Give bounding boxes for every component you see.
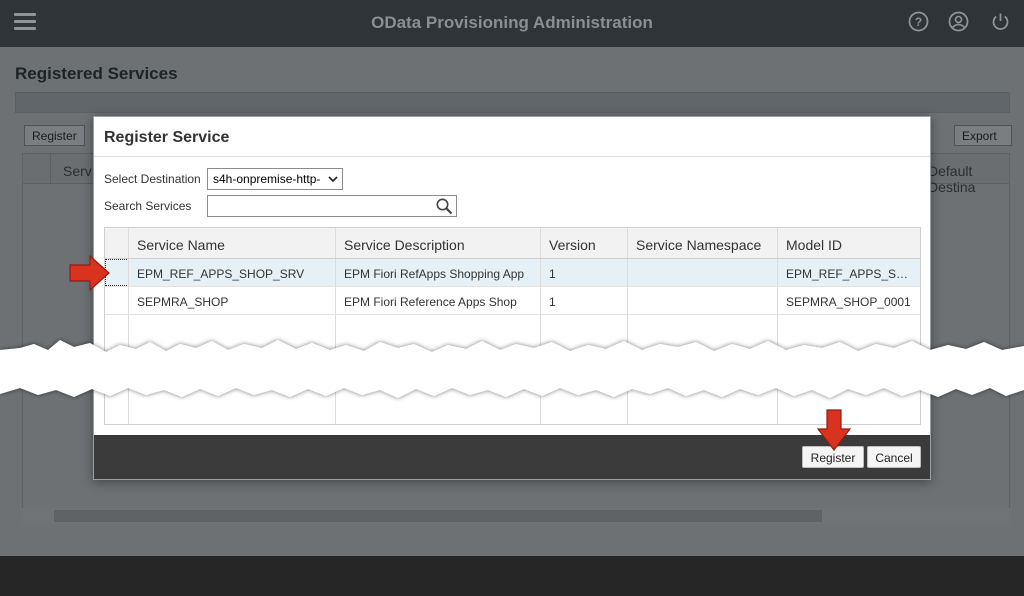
table-header-row: Service Name Service Description Version… — [105, 228, 920, 259]
page-footer — [0, 556, 1024, 596]
horizontal-scrollbar[interactable] — [22, 508, 1010, 524]
namespace-cell — [628, 259, 778, 286]
column-service: Serv — [63, 163, 92, 179]
table-row[interactable]: EPM_REF_APPS_SHOP_SRV EPM Fiori RefApps … — [105, 259, 920, 287]
service-description-cell: EPM Fiori RefApps Shopping App — [336, 259, 541, 286]
column-service-name[interactable]: Service Name — [129, 228, 336, 258]
arrow-right-icon — [69, 254, 110, 292]
filter-bar — [15, 92, 1010, 113]
export-label: Export — [962, 129, 997, 143]
search-label: Search Services — [104, 199, 192, 213]
namespace-cell — [628, 287, 778, 314]
destination-label: Select Destination — [104, 172, 201, 186]
table-row[interactable]: SEPMRA_SHOP EPM Fiori Reference Apps Sho… — [105, 287, 920, 315]
scrollbar-thumb[interactable] — [54, 510, 822, 522]
register-service-dialog: Register Service Select Destination s4h-… — [93, 116, 931, 480]
dialog-header: Register Service — [94, 117, 930, 157]
user-icon[interactable] — [948, 11, 969, 32]
column-model-id[interactable]: Model ID — [778, 228, 920, 258]
search-icon[interactable] — [435, 197, 454, 216]
app-title: OData Provisioning Administration — [371, 13, 653, 32]
shell-bar: OData Provisioning Administration ? — [0, 0, 1024, 47]
destination-select[interactable]: s4h-onpremise-http- — [207, 168, 343, 190]
column-default-destination: Default Destina — [928, 163, 976, 195]
search-input[interactable] — [207, 195, 457, 217]
version-cell: 1 — [541, 287, 628, 314]
chevron-down-icon — [328, 176, 338, 183]
dialog-title: Register Service — [104, 129, 230, 146]
model-id-cell: SEPMRA_SHOP_0001 — [786, 295, 911, 309]
service-name-cell: EPM_REF_APPS_SHOP_SRV — [129, 259, 336, 286]
model-id-cell: EPM_REF_APPS_SHOP_SRV — [786, 267, 912, 281]
power-icon[interactable] — [990, 11, 1011, 32]
service-description-cell: EPM Fiori Reference Apps Shop — [336, 287, 541, 314]
column-service-description[interactable]: Service Description — [336, 228, 541, 258]
help-icon[interactable]: ? — [908, 11, 929, 32]
cancel-button[interactable]: Cancel — [867, 446, 921, 468]
column-service-namespace[interactable]: Service Namespace — [628, 228, 778, 258]
export-button[interactable]: Export — [954, 125, 1012, 146]
arrow-down-icon — [817, 409, 851, 451]
page-title: Registered Services — [15, 64, 178, 83]
service-name-cell: SEPMRA_SHOP — [129, 287, 336, 314]
column-version[interactable]: Version — [541, 228, 628, 258]
dialog-footer: Register Cancel — [94, 435, 930, 479]
svg-text:?: ? — [915, 15, 922, 29]
torn-paper-break — [0, 340, 1024, 398]
version-cell: 1 — [541, 259, 628, 286]
destination-value: s4h-onpremise-http- — [213, 172, 321, 186]
select-all-cell[interactable] — [23, 154, 51, 184]
register-button-bg[interactable]: Register — [24, 125, 85, 146]
